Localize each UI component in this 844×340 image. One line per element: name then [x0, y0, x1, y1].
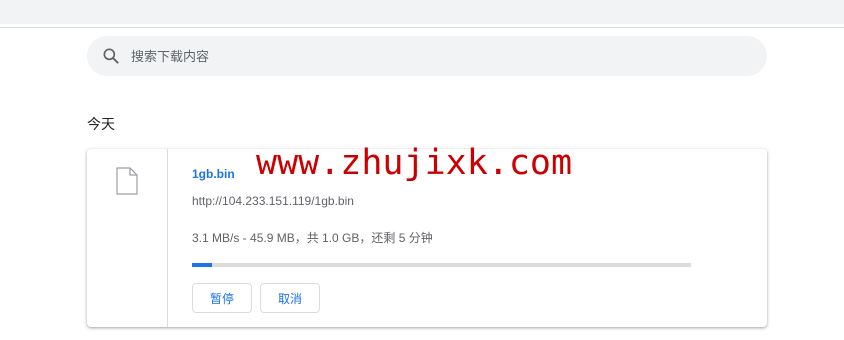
file-name-link[interactable]: 1gb.bin	[192, 167, 235, 181]
search-bar[interactable]	[87, 36, 767, 76]
search-input[interactable]	[131, 36, 751, 76]
top-divider	[0, 27, 844, 28]
date-section-label: 今天	[87, 116, 115, 132]
file-source-url[interactable]: http://104.233.151.119/1gb.bin	[192, 194, 354, 208]
file-icon	[116, 167, 138, 195]
download-status: 3.1 MB/s - 45.9 MB，共 1.0 GB，还剩 5 分钟	[192, 231, 433, 245]
search-icon[interactable]	[101, 46, 121, 66]
cancel-button[interactable]: 取消	[260, 283, 320, 313]
download-progress-fill	[192, 263, 212, 267]
download-progress-bar	[192, 263, 691, 267]
top-toolbar	[0, 0, 844, 24]
pause-button[interactable]: 暂停	[192, 283, 252, 313]
watermark-text: www.zhujixk.com	[256, 143, 573, 183]
card-divider	[167, 149, 168, 327]
